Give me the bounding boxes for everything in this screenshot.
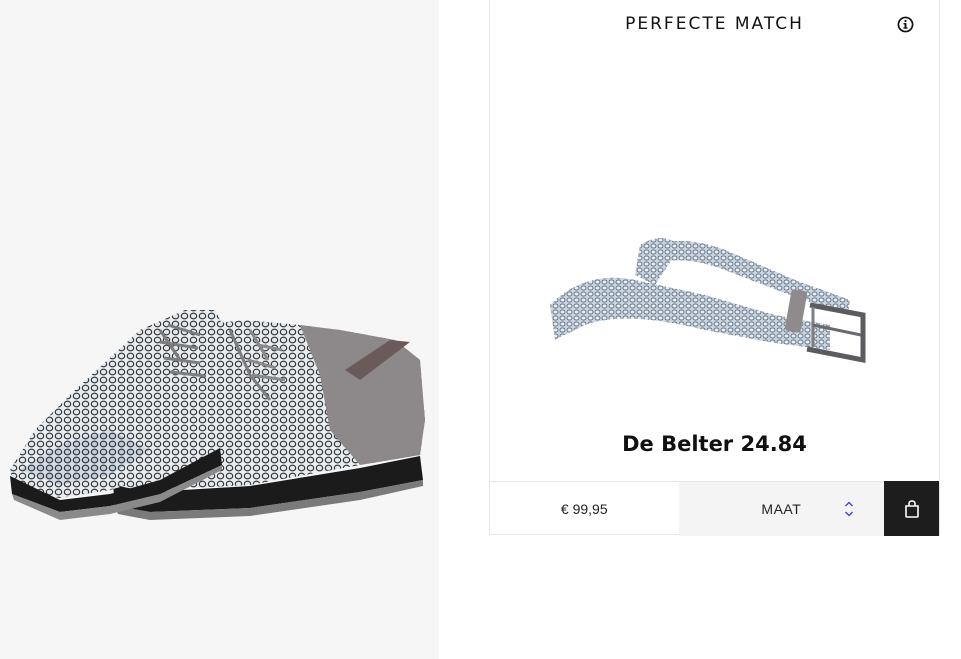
page: PERFECTE MATCH De Belter 24.84 € 99,95 M… xyxy=(0,0,961,659)
shoe-image-panel xyxy=(0,0,439,659)
shopping-bag-icon xyxy=(904,499,919,518)
card-title: PERFECTE MATCH xyxy=(625,14,804,34)
size-select[interactable]: MAAT xyxy=(678,482,885,536)
perfect-match-card: PERFECTE MATCH De Belter 24.84 € 99,95 M… xyxy=(489,0,940,536)
card-header: PERFECTE MATCH xyxy=(490,0,939,50)
product-name[interactable]: De Belter 24.84 xyxy=(490,432,939,456)
chevron-up-down-icon xyxy=(845,501,854,517)
add-to-cart-button[interactable] xyxy=(884,481,939,536)
size-select-label: MAAT xyxy=(761,501,802,517)
info-circle-icon[interactable] xyxy=(897,16,914,33)
belt-image[interactable] xyxy=(545,225,885,375)
action-bar: € 99,95 MAAT xyxy=(490,481,939,536)
price: € 99,95 xyxy=(560,501,608,517)
shoe-image xyxy=(10,310,425,520)
